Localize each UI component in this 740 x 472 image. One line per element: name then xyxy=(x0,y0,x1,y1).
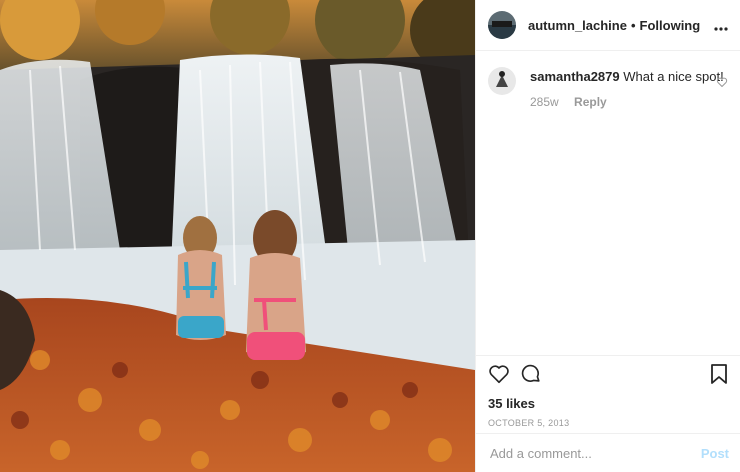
header-separator: • xyxy=(630,17,636,33)
post-date[interactable]: OCTOBER 5, 2013 xyxy=(488,418,729,428)
comment-meta: 285w Reply xyxy=(530,94,724,110)
action-icons xyxy=(488,363,729,390)
comments-list: samantha2879 What a nice spot! 285w Repl… xyxy=(476,51,740,110)
like-heart-icon[interactable] xyxy=(488,363,510,390)
post-photo[interactable] xyxy=(0,0,475,472)
post-header: autumn_lachine • Following xyxy=(476,0,740,51)
reply-button[interactable]: Reply xyxy=(574,95,607,109)
post-modal: autumn_lachine • Following samantha2879 xyxy=(0,0,740,472)
comment-age[interactable]: 285w xyxy=(530,95,559,109)
post-actions: 35 likes OCTOBER 5, 2013 xyxy=(476,355,740,428)
comment-body: samantha2879 What a nice spot! 285w Repl… xyxy=(530,69,724,110)
waterfall-photo xyxy=(0,0,475,472)
more-horizontal-icon[interactable] xyxy=(714,20,728,31)
comment-bubble-icon[interactable] xyxy=(520,363,542,390)
author-username[interactable]: autumn_lachine xyxy=(528,18,627,33)
following-button[interactable]: Following xyxy=(640,18,701,33)
add-comment-input[interactable] xyxy=(488,444,701,462)
post-sidebar: autumn_lachine • Following samantha2879 xyxy=(475,0,740,472)
comment-item: samantha2879 What a nice spot! 285w Repl… xyxy=(488,67,728,110)
commenter-avatar[interactable] xyxy=(488,67,516,95)
comment-text: What a nice spot! xyxy=(623,69,724,84)
likes-count[interactable]: 35 likes xyxy=(488,396,729,411)
post-button[interactable]: Post xyxy=(701,446,729,461)
commenter-username[interactable]: samantha2879 xyxy=(530,69,620,84)
comment-like-icon[interactable] xyxy=(716,75,728,93)
bookmark-icon[interactable] xyxy=(709,363,729,390)
author-avatar[interactable] xyxy=(488,11,516,39)
add-comment-bar: Post xyxy=(476,433,740,472)
